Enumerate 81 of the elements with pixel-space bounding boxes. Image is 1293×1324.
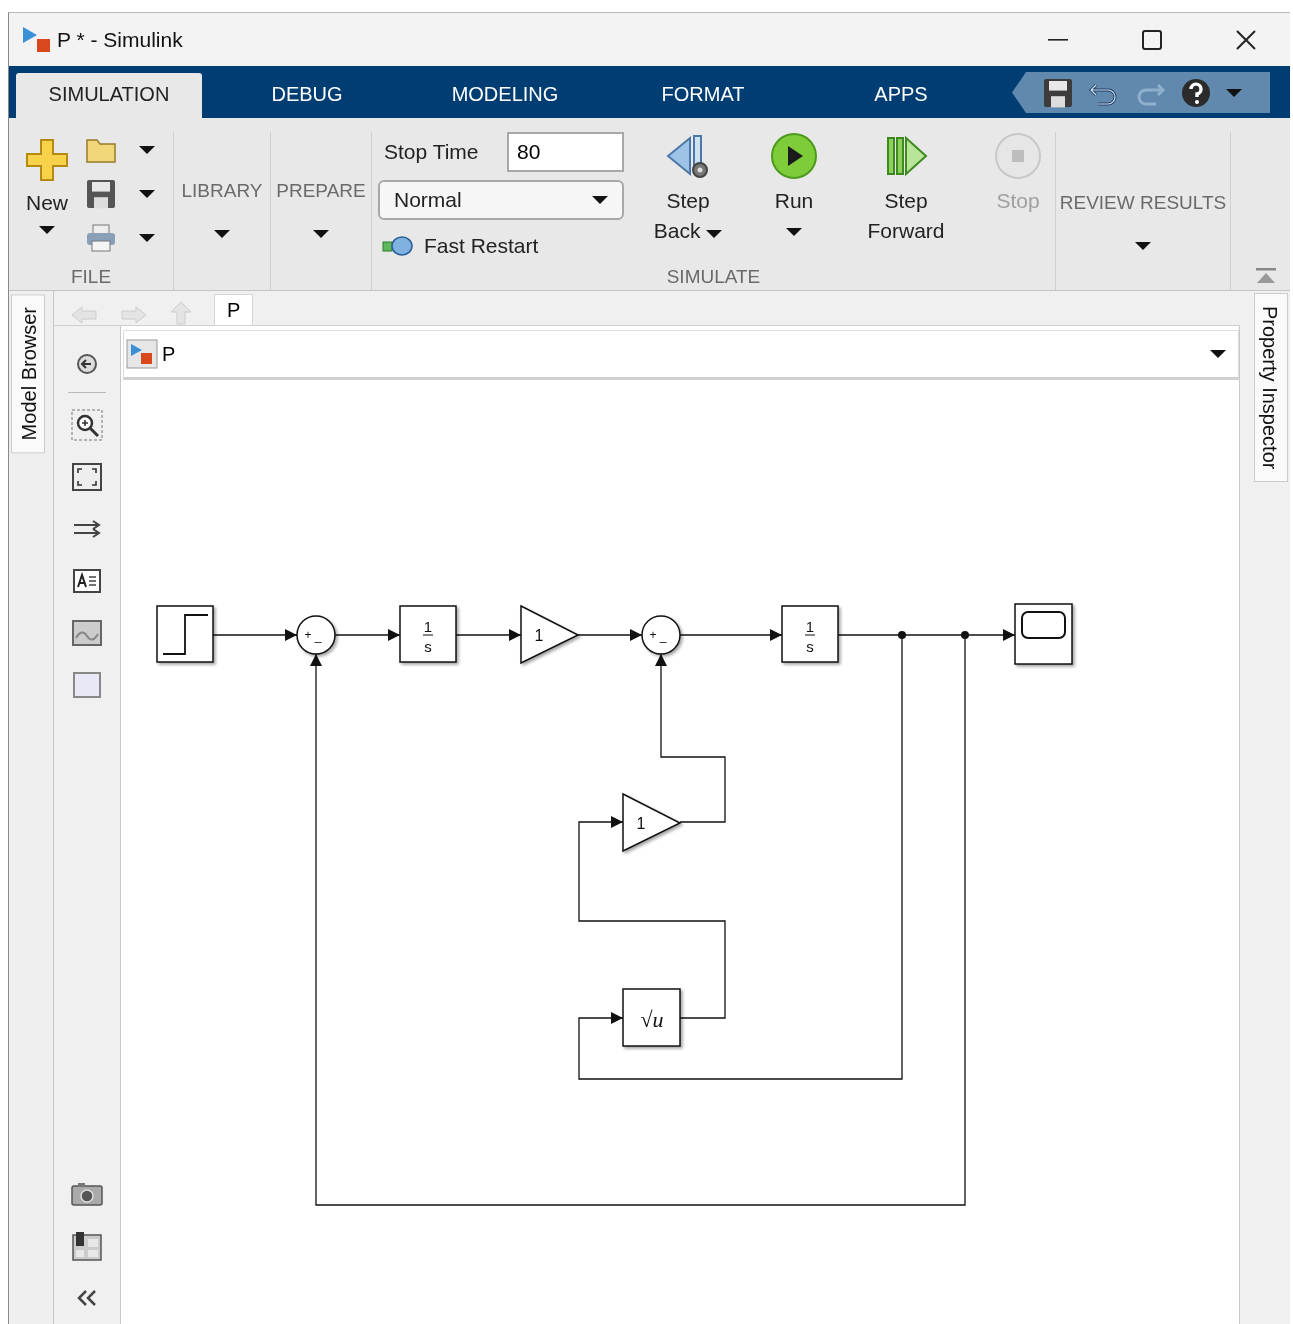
gain-block[interactable] [622, 792, 682, 853]
close-icon [1236, 29, 1256, 50]
ribbon-tab[interactable]: SIMULATION [16, 73, 202, 118]
caret-icon [214, 230, 230, 238]
sum-sign: + [304, 628, 312, 642]
side-tab[interactable]: Property Inspector [1254, 293, 1288, 483]
arrows-icon[interactable] [72, 518, 102, 540]
layout-icon[interactable] [72, 1231, 102, 1261]
section-label: SIMULATE [666, 266, 761, 289]
caret-icon [1210, 350, 1226, 358]
new-button[interactable]: New [9, 132, 85, 266]
simulate-button[interactable]: Step Forward [858, 132, 954, 266]
numerator: 1 [805, 618, 815, 635]
back-icon[interactable] [76, 353, 98, 375]
caret-icon [1226, 88, 1242, 97]
save-icon [85, 178, 117, 210]
gallery-button[interactable]: LIBRARY [174, 132, 270, 290]
caret-icon [139, 146, 155, 154]
simulate-button[interactable]: Step Back [646, 132, 730, 266]
stop-time-label: Stop Time [383, 140, 479, 164]
caret-icon [139, 190, 155, 198]
collapse-icon[interactable] [76, 1289, 98, 1307]
plus-icon [25, 138, 69, 182]
ribbon-tab[interactable]: APPS [802, 73, 1000, 118]
collapse-ribbon-icon[interactable] [1256, 268, 1276, 286]
zoom-icon[interactable] [71, 409, 103, 441]
scope-block[interactable] [1014, 603, 1073, 665]
camera-icon[interactable] [71, 1182, 103, 1206]
sum-block[interactable] [641, 615, 681, 655]
caret-icon [592, 196, 608, 204]
caret-icon [1135, 242, 1151, 250]
file-action-button[interactable] [85, 222, 155, 254]
breadcrumb-tab[interactable]: P [214, 294, 254, 325]
maximize-icon [1142, 29, 1162, 50]
annotation-icon[interactable] [73, 569, 101, 593]
sum-sign: _ [659, 629, 667, 643]
sqrt-expression: √u [640, 1007, 664, 1032]
simulation-mode-dropdown[interactable]: Normal [378, 180, 624, 220]
ribbon-tab[interactable]: FORMAT [604, 73, 802, 118]
caret-icon [39, 226, 55, 234]
section-label: FILE [70, 266, 112, 289]
stop-time-field[interactable]: 80 [507, 132, 624, 172]
file-action-button[interactable] [85, 178, 155, 210]
denominator: s [424, 638, 432, 655]
simulate-button[interactable]: Run [752, 132, 836, 266]
window-title: P * - Simulink [57, 27, 184, 52]
image-icon[interactable] [72, 620, 102, 646]
junction-dot [961, 631, 969, 639]
numerator: 1 [423, 618, 433, 635]
sqrt-block[interactable] [622, 988, 681, 1047]
save-icon[interactable] [1042, 76, 1074, 109]
caret-icon [139, 234, 155, 242]
gain-value: 1 [636, 815, 646, 832]
sum-sign: + [649, 628, 657, 642]
simulink-logo-icon [21, 24, 51, 55]
model-path: P [162, 342, 177, 366]
sum-block[interactable] [296, 615, 336, 655]
junction-dot [898, 631, 906, 639]
gallery-button[interactable]: REVIEW RESULTS [1056, 132, 1230, 290]
fast-restart-button[interactable]: Fast Restart [378, 228, 624, 264]
gain-block[interactable] [520, 604, 580, 665]
model-icon [126, 339, 158, 369]
printer-icon [85, 223, 117, 253]
ribbon-tab[interactable]: MODELING [406, 73, 604, 118]
help-icon[interactable] [1180, 76, 1212, 109]
step-block[interactable] [156, 605, 214, 663]
fit-view-icon[interactable] [72, 463, 102, 491]
ribbon-tab[interactable]: DEBUG [208, 73, 406, 118]
side-tab[interactable]: Model Browser [11, 294, 45, 454]
area-icon[interactable] [73, 672, 101, 698]
fast-restart-icon [382, 235, 414, 257]
gallery-button[interactable]: PREPARE [271, 132, 371, 290]
gain-value: 1 [534, 627, 544, 644]
integrator-block[interactable] [781, 605, 839, 663]
folder-icon [85, 136, 117, 164]
run-icon [770, 132, 818, 180]
caret-icon [313, 230, 329, 238]
integrator-block[interactable] [399, 605, 457, 663]
stop-icon [994, 132, 1042, 180]
denominator: s [806, 638, 814, 655]
sum-sign: _ [314, 629, 322, 643]
